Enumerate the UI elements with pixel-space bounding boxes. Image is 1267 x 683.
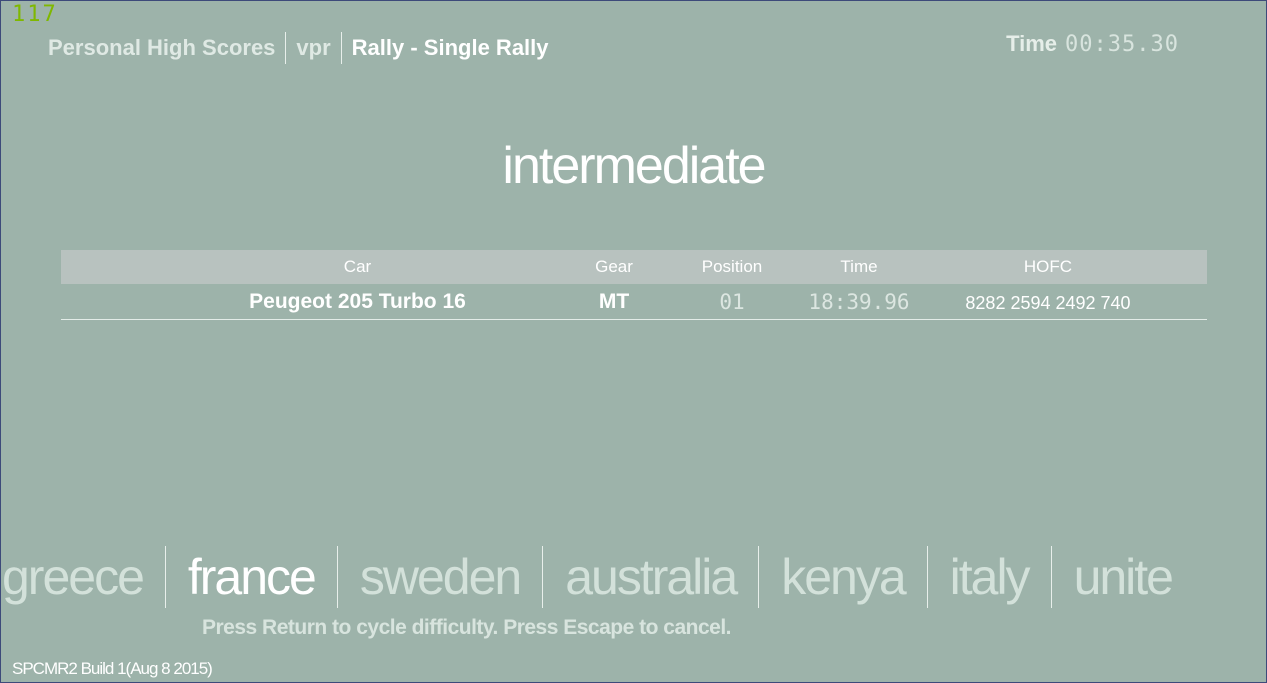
session-timer: Time 00:35.30 <box>1006 31 1179 57</box>
country-france[interactable]: france <box>166 546 337 608</box>
row-position: 01 <box>719 289 745 314</box>
country-sweden[interactable]: sweden <box>338 546 542 608</box>
difficulty-title[interactable]: intermediate <box>0 136 1267 196</box>
timer-value: 00:35.30 <box>1065 32 1179 57</box>
breadcrumb: Personal High Scores vpr Rally - Single … <box>48 32 559 64</box>
table-row: Peugeot 205 Turbo 16 MT 01 18:39.96 8282… <box>61 284 1207 320</box>
country-australia[interactable]: australia <box>543 546 758 608</box>
row-time: 18:39.96 <box>808 289 910 314</box>
high-scores-table: Car Gear Position Time HOFC Peugeot 205 … <box>61 250 1207 320</box>
column-header-hofc: HOFC <box>1023 257 1073 276</box>
column-header-gear: Gear <box>595 257 633 276</box>
country-greece[interactable]: greece <box>0 546 165 608</box>
row-gear: MT <box>598 289 630 313</box>
table-header: Car Gear Position Time HOFC <box>61 250 1207 284</box>
country-united-kingdom[interactable]: unite <box>1052 546 1194 608</box>
country-italy[interactable]: italy <box>928 546 1051 608</box>
column-header-time: Time <box>840 257 878 276</box>
row-hofc: 8282 2594 2492 740 <box>965 293 1131 313</box>
fps-counter: 117 <box>12 2 58 27</box>
breadcrumb-player: vpr <box>296 35 331 60</box>
timer-label: Time <box>1006 31 1058 56</box>
country-kenya[interactable]: kenya <box>759 546 926 608</box>
column-header-position: Position <box>701 257 763 276</box>
country-selector: greece france sweden australia kenya ita… <box>0 546 1267 608</box>
build-info: SPCMR2 Build 1(Aug 8 2015) <box>12 659 213 678</box>
breadcrumb-mode: Personal High Scores <box>48 35 276 60</box>
breadcrumb-event: Rally - Single Rally <box>351 35 549 60</box>
controls-hint: Press Return to cycle difficulty. Press … <box>202 616 732 639</box>
